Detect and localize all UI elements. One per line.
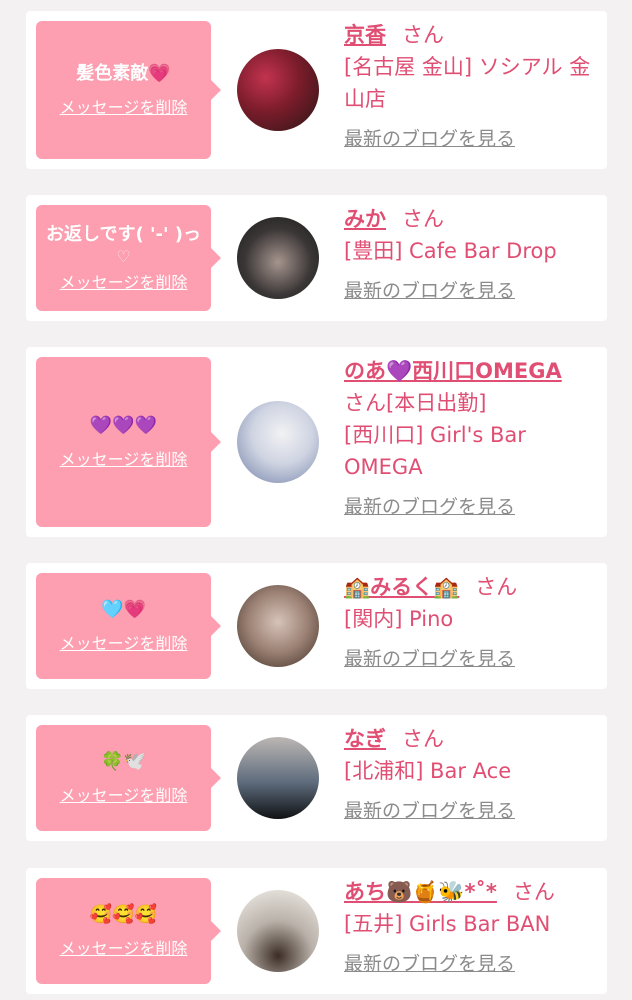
message-text: 🍀🕊️ <box>101 751 146 772</box>
delete-message-link[interactable]: メッセージを削除 <box>60 450 188 470</box>
message-card: お返しです( '-' )っ ♡ メッセージを削除 みか さん [豊田] Cafe … <box>26 195 607 321</box>
sender-name-link[interactable]: 🏫みるく🏫 <box>344 575 459 599</box>
honorific: さん <box>402 727 444 751</box>
message-text: お返しです( '-' )っ <box>46 224 201 245</box>
honorific: さん <box>475 575 518 599</box>
avatar[interactable] <box>237 890 319 972</box>
message-card: 髪色素敵💗 メッセージを削除 京香 さん [名古屋 金山] ソシアル 金山店 最新… <box>26 11 607 169</box>
sender-name-line: あち🐻🍯🐝*˚* さん <box>344 876 599 908</box>
latest-blog-link[interactable]: 最新のブログを見る <box>344 125 515 153</box>
sender-info: あち🐻🍯🐝*˚* さん [五井] Girls Bar BAN 最新のブログを見る <box>344 876 599 978</box>
latest-blog-link[interactable]: 最新のブログを見る <box>344 493 515 521</box>
message-card: 🩵💗 メッセージを削除 🏫みるく🏫 さん [関内] Pino 最新のブログを見る <box>26 563 607 689</box>
sender-name-link[interactable]: なぎ <box>344 727 386 751</box>
sender-info: 京香 さん [名古屋 金山] ソシアル 金山店 最新のブログを見る <box>344 19 599 153</box>
store-name: [西川口] Girl's Bar OMEGA <box>344 423 526 479</box>
message-bubble: 🥰🥰🥰 メッセージを削除 <box>36 878 221 984</box>
store-name: [五井] Girls Bar BAN <box>344 912 551 936</box>
message-bubble: 髪色素敵💗 メッセージを削除 <box>36 21 221 159</box>
sender-name-link[interactable]: 京香 <box>344 23 386 47</box>
latest-blog-link[interactable]: 最新のブログを見る <box>344 645 515 673</box>
message-card: 💜💜💜 メッセージを削除 のあ💜西川口OMEGA さん[本日出勤] [西川口] … <box>26 347 607 537</box>
sender-name-line: なぎ さん <box>344 723 599 755</box>
delete-message-link[interactable]: メッセージを削除 <box>60 98 188 118</box>
message-text: 🩵💗 <box>101 599 146 620</box>
sender-info: なぎ さん [北浦和] Bar Ace 最新のブログを見る <box>344 723 599 825</box>
honorific: さん <box>512 880 555 904</box>
latest-blog-link[interactable]: 最新のブログを見る <box>344 797 515 825</box>
honorific: さん[本日出勤] <box>344 391 487 415</box>
honorific: さん <box>402 207 444 231</box>
message-text: 💜💜💜 <box>89 415 158 436</box>
message-list: 髪色素敵💗 メッセージを削除 京香 さん [名古屋 金山] ソシアル 金山店 最新… <box>0 0 632 1000</box>
delete-message-link[interactable]: メッセージを削除 <box>60 634 188 654</box>
message-text: 🥰🥰🥰 <box>89 904 158 925</box>
delete-message-link[interactable]: メッセージを削除 <box>60 786 188 806</box>
sender-name-link[interactable]: のあ💜西川口OMEGA <box>344 359 562 383</box>
message-card: 🍀🕊️ メッセージを削除 なぎ さん [北浦和] Bar Ace 最新のブログを見… <box>26 715 607 841</box>
delete-message-link[interactable]: メッセージを削除 <box>60 273 188 293</box>
sender-name-line: 京香 さん <box>344 19 599 51</box>
sender-name-line: 🏫みるく🏫 さん <box>344 571 599 603</box>
sender-info: のあ💜西川口OMEGA さん[本日出勤] [西川口] Girl's Bar OM… <box>344 355 599 521</box>
sender-info: 🏫みるく🏫 さん [関内] Pino 最新のブログを見る <box>344 571 599 673</box>
honorific: さん <box>402 23 444 47</box>
message-text-extra: ♡ <box>116 247 131 266</box>
sender-name-link[interactable]: あち🐻🍯🐝*˚* <box>344 880 497 904</box>
message-bubble: お返しです( '-' )っ ♡ メッセージを削除 <box>36 205 221 311</box>
message-card: 🥰🥰🥰 メッセージを削除 あち🐻🍯🐝*˚* さん [五井] Girls Bar B… <box>26 868 607 994</box>
store-name: [名古屋 金山] ソシアル 金山店 <box>344 55 591 111</box>
latest-blog-link[interactable]: 最新のブログを見る <box>344 277 515 305</box>
message-text: 髪色素敵💗 <box>76 63 171 84</box>
avatar[interactable] <box>237 49 319 131</box>
sender-name-line: のあ💜西川口OMEGA <box>344 355 599 387</box>
delete-message-link[interactable]: メッセージを削除 <box>60 939 188 959</box>
avatar[interactable] <box>237 737 319 819</box>
store-name: [関内] Pino <box>344 607 454 631</box>
avatar[interactable] <box>237 217 319 299</box>
store-name: [豊田] Cafe Bar Drop <box>344 239 557 263</box>
message-bubble: 🩵💗 メッセージを削除 <box>36 573 221 679</box>
store-name: [北浦和] Bar Ace <box>344 759 512 783</box>
avatar[interactable] <box>237 585 319 667</box>
sender-info: みか さん [豊田] Cafe Bar Drop 最新のブログを見る <box>344 203 599 305</box>
latest-blog-link[interactable]: 最新のブログを見る <box>344 950 515 978</box>
sender-name-line: みか さん <box>344 203 599 235</box>
avatar[interactable] <box>237 401 319 483</box>
sender-name-link[interactable]: みか <box>344 207 386 231</box>
message-bubble: 💜💜💜 メッセージを削除 <box>36 357 221 527</box>
message-bubble: 🍀🕊️ メッセージを削除 <box>36 725 221 831</box>
